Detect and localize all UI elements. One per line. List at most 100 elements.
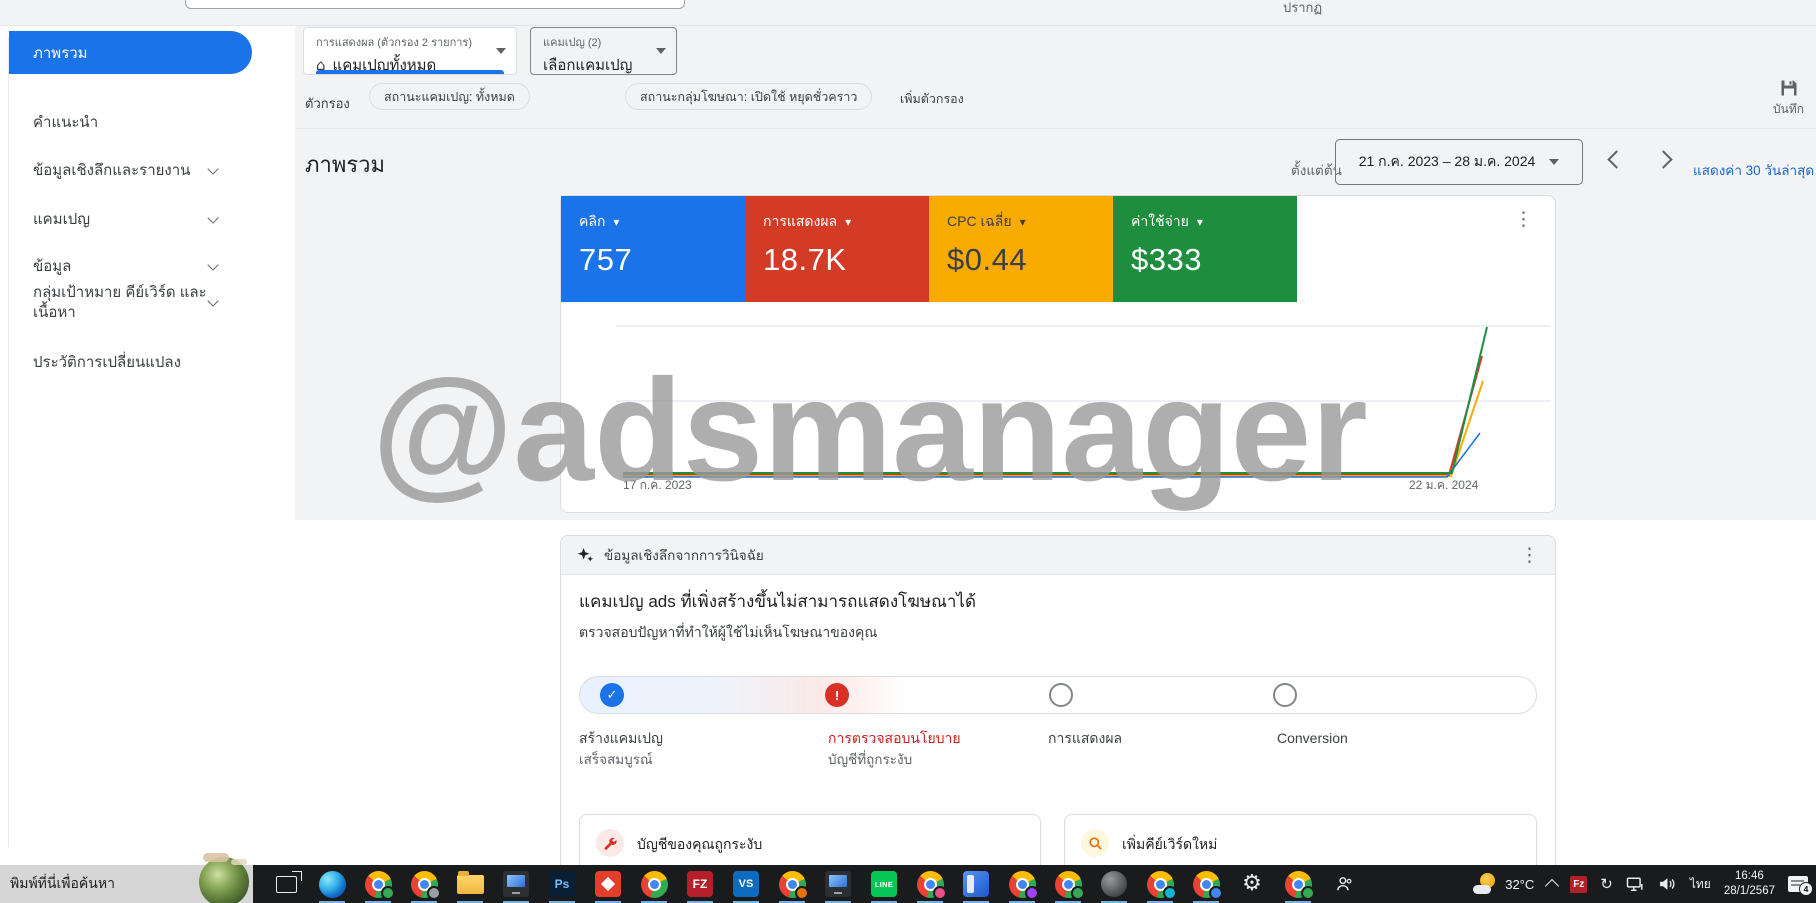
filter-chip-adgroup-status[interactable]: สถานะกลุ่มโฆษณา: เปิดใช้ หยุดชั่วคราว — [625, 83, 872, 110]
sidebar-item-label: ข้อมูล — [33, 257, 71, 277]
x-axis-start-label: 17 ก.ค. 2023 — [623, 476, 692, 495]
monitor-app-icon[interactable] — [493, 865, 539, 903]
search-highlight-globe-image[interactable] — [199, 857, 249, 903]
chrome-icon[interactable] — [1275, 865, 1321, 903]
metric-tile-clicks[interactable]: คลิก 757 — [561, 196, 745, 302]
filters-label: ตัวกรอง — [305, 93, 350, 114]
performance-chart-card: คลิก 757 การแสดงผล 18.7K CPC เฉลี่ย $0.4… — [560, 195, 1556, 513]
sidebar-item-data[interactable]: ข้อมูล — [9, 257, 269, 277]
weather-icon — [1473, 873, 1499, 895]
dropdown-caption: การแสดงผล (ตัวกรอง 2 รายการ) — [304, 28, 516, 51]
metric-tile-avg-cpc[interactable]: CPC เฉลี่ย $0.44 — [929, 196, 1113, 302]
metric-label: CPC เฉลี่ย — [947, 211, 1113, 233]
sidebar-item-recommendations[interactable]: คำแนะนำ — [9, 113, 269, 133]
chrome-icon[interactable] — [1137, 865, 1183, 903]
gray-orb-app-icon[interactable] — [1091, 865, 1137, 903]
weather-widget[interactable]: 32°C — [1473, 873, 1534, 895]
taskbar-search-box[interactable]: พิมพ์ที่นี่เพื่อค้นหา — [0, 865, 253, 903]
filter-chip-campaign-status[interactable]: สถานะแคมเปญ: ทั้งหมด — [369, 83, 530, 110]
overflow-menu-icon[interactable]: ⋮ — [1520, 544, 1539, 566]
keyboard-language-indicator[interactable]: ไทย — [1690, 875, 1711, 894]
step-label-conversion: Conversion — [1277, 728, 1348, 750]
main-content: การแสดงผล (ตัวกรอง 2 รายการ) แคมเปญทั้งห… — [295, 25, 1816, 903]
sidebar-item-change-history[interactable]: ประวัติการเปลี่ยนแปลง — [9, 353, 269, 373]
sidebar-item-campaigns[interactable]: แคมเปญ — [9, 210, 269, 230]
sidebar: ภาพรวม คำแนะนำ ข้อมูลเชิงลึกและรายงาน แค… — [0, 25, 295, 865]
people-icon[interactable] — [1321, 865, 1367, 903]
metric-value: 757 — [579, 242, 745, 278]
time-series-chart — [561, 302, 1555, 512]
red-diamond-app-icon[interactable] — [585, 865, 631, 903]
level-scope-dropdown[interactable]: การแสดงผล (ตัวกรอง 2 รายการ) แคมเปญทั้งห… — [303, 27, 517, 75]
metric-tile-impressions[interactable]: การแสดงผล 18.7K — [745, 196, 929, 302]
step-label-impressions: การแสดงผล — [1048, 728, 1122, 750]
step-title: การตรวจสอบนโยบาย — [828, 728, 961, 750]
metric-label: การแสดงผล — [763, 211, 929, 233]
step-title: Conversion — [1277, 728, 1348, 750]
insight-subheading: ตรวจสอบปัญหาที่ทำให้ผู้ใช้ไม่เห็นโฆษณาขอ… — [579, 622, 877, 644]
step-pending-icon[interactable] — [1273, 683, 1297, 707]
windows-taskbar: พิมพ์ที่นี่เพื่อค้นหา Ps FZ VS LINE — [0, 865, 1816, 903]
taskbar-search-placeholder: พิมพ์ที่นี่เพื่อค้นหา — [0, 873, 115, 895]
chrome-icon[interactable] — [631, 865, 677, 903]
task-view-icon[interactable] — [263, 865, 309, 903]
network-tray-icon[interactable] — [1626, 876, 1645, 892]
overflow-menu-icon[interactable]: ⋮ — [1514, 210, 1533, 229]
chrome-icon[interactable] — [1183, 865, 1229, 903]
taskbar-date: 28/1/2567 — [1724, 884, 1775, 899]
sidebar-item-label: แคมเปญ — [33, 210, 90, 230]
google-ads-overview-screen: ปรากฏ ภาพรวม คำแนะนำ ข้อมูลเชิงลึกและราย… — [0, 0, 1816, 903]
file-explorer-icon[interactable] — [447, 865, 493, 903]
vscode-icon[interactable]: VS — [723, 865, 769, 903]
step-error-icon[interactable] — [825, 683, 849, 707]
global-search-input[interactable] — [185, 0, 685, 9]
tray-chevron-up-icon[interactable] — [1545, 878, 1559, 892]
notification-center-icon[interactable]: 4 — [1788, 876, 1808, 892]
chevron-down-icon — [207, 163, 218, 174]
dropdown-value: เลือกแคมเปญ — [531, 51, 676, 77]
sidebar-item-label: ประวัติการเปลี่ยนแปลง — [33, 353, 181, 373]
top-partial-text: ปรากฏ — [1283, 0, 1322, 18]
chrome-icon[interactable] — [355, 865, 401, 903]
insights-header-title: ข้อมูลเชิงลึกจากการวินิจฉัย — [604, 544, 764, 566]
pc-app-icon[interactable] — [815, 865, 861, 903]
save-button[interactable]: บันทึก — [1773, 78, 1804, 119]
sidebar-item-label: ข้อมูลเชิงลึกและรายงาน — [33, 161, 190, 181]
add-filter-button[interactable]: เพิ่มตัวกรอง — [900, 89, 964, 109]
campaign-select-dropdown[interactable]: แคมเปญ (2) เลือกแคมเปญ — [530, 27, 677, 75]
taskbar-clock[interactable]: 16:46 28/1/2567 — [1724, 869, 1775, 899]
x-axis-end-label: 22 ม.ค. 2024 — [1409, 476, 1478, 495]
settings-gear-icon[interactable]: ⚙ — [1229, 865, 1275, 903]
chrome-icon[interactable] — [769, 865, 815, 903]
metric-tile-cost[interactable]: ค่าใช้จ่าย $333 — [1113, 196, 1297, 302]
photoshop-icon[interactable]: Ps — [539, 865, 585, 903]
chrome-icon[interactable] — [401, 865, 447, 903]
step-done-check-icon[interactable] — [600, 683, 624, 707]
step-subtitle: เสร็จสมบูรณ์ — [579, 750, 663, 771]
chrome-icon[interactable] — [999, 865, 1045, 903]
system-tray: 32°C Fz ↻ ไทย — [1473, 869, 1816, 899]
metric-value: 18.7K — [763, 242, 929, 278]
show-last-30-days-link[interactable]: แสดงค่า 30 วันล่าสุด — [1693, 159, 1814, 181]
sidebar-item-audiences-keywords-content[interactable]: กลุ่มเป้าหมาย คีย์เวิร์ด และเนื้อหา — [9, 283, 269, 324]
date-range-picker[interactable]: 21 ก.ค. 2023 – 28 ม.ค. 2024 — [1335, 139, 1583, 185]
line-messenger-icon[interactable]: LINE — [861, 865, 907, 903]
sync-tray-icon[interactable]: ↻ — [1600, 875, 1613, 893]
filezilla-icon[interactable]: FZ — [677, 865, 723, 903]
chevron-down-icon — [207, 212, 218, 223]
step-pending-icon[interactable] — [1049, 683, 1073, 707]
sidebar-item-overview[interactable]: ภาพรวม — [9, 31, 252, 74]
sidebar-rail-divider — [8, 37, 9, 847]
filezilla-tray-icon[interactable]: Fz — [1570, 876, 1587, 893]
chrome-icon[interactable] — [1045, 865, 1091, 903]
dropdown-arrow-icon — [1549, 159, 1559, 165]
blue-panel-app-icon[interactable] — [953, 865, 999, 903]
volume-tray-icon[interactable] — [1658, 876, 1677, 892]
edge-icon[interactable] — [309, 865, 355, 903]
sidebar-item-insights-reports[interactable]: ข้อมูลเชิงลึกและรายงาน — [9, 161, 269, 181]
metric-label: ค่าใช้จ่าย — [1131, 211, 1297, 233]
chrome-icon[interactable] — [907, 865, 953, 903]
step-subtitle: บัญชีที่ถูกระงับ — [828, 750, 961, 771]
step-title: สร้างแคมเปญ — [579, 728, 663, 750]
dropdown-arrow-icon — [496, 48, 506, 54]
